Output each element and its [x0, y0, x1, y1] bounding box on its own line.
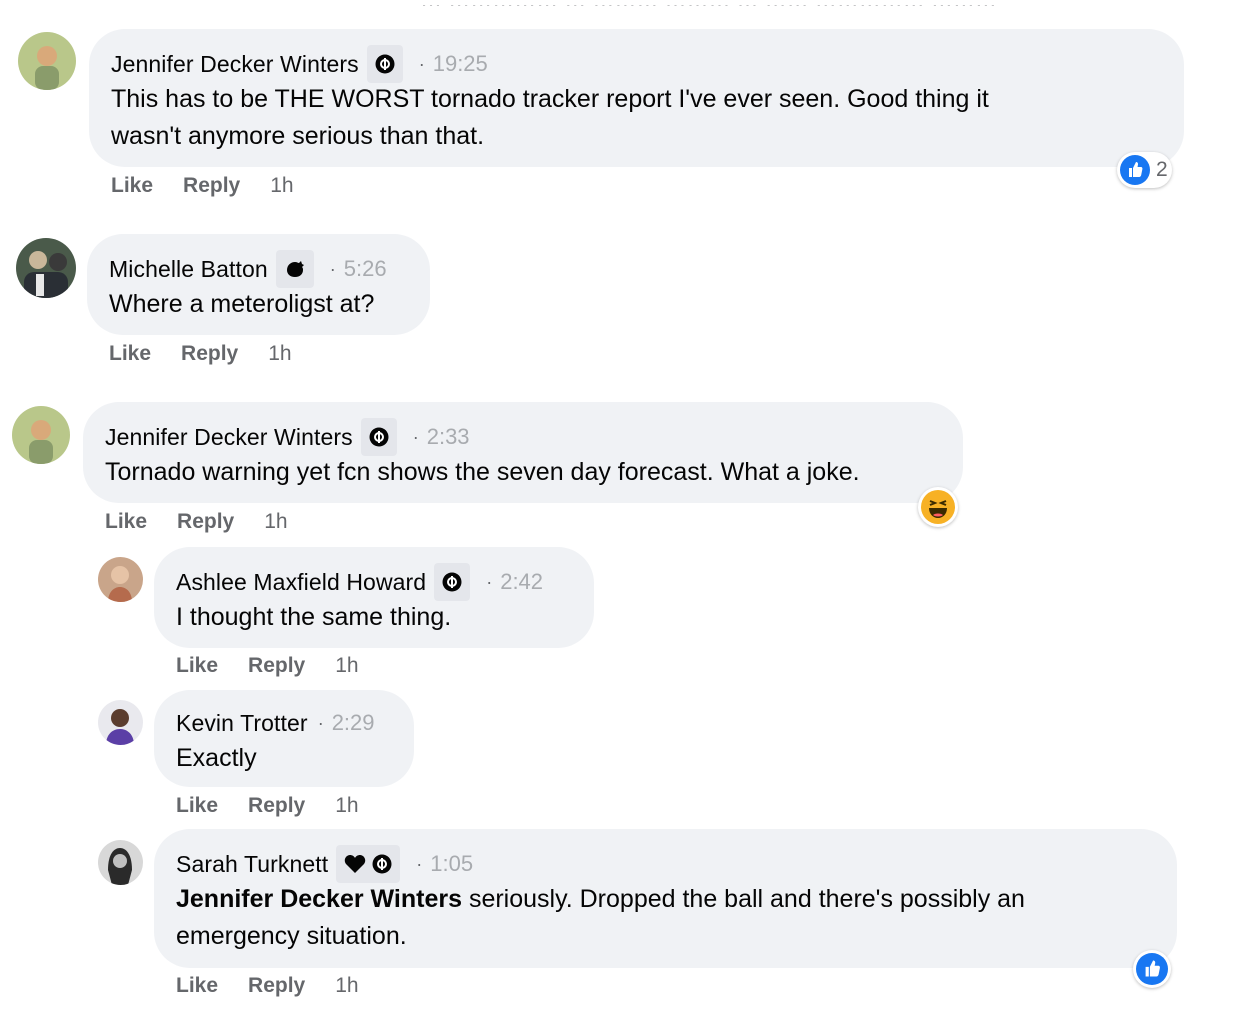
separator-dot: · [317, 712, 324, 733]
like-reaction-icon [1120, 155, 1150, 185]
comment-bubble: Michelle Batton · 5:26 Where a meterolig… [87, 234, 430, 335]
reply-link[interactable]: Reply [183, 174, 240, 198]
comment-text: Tornado warning yet fcn shows the seven … [105, 458, 860, 486]
comment-time[interactable]: 2:29 [332, 710, 375, 736]
fan-badge-icon[interactable] [275, 250, 314, 288]
reply-link[interactable]: Reply [248, 794, 305, 818]
mention-link[interactable]: Jennifer Decker Winters [176, 885, 462, 913]
comment-bubble: Jennifer Decker Winters · 2:33 Tornado w… [83, 402, 963, 503]
separator-dot: · [412, 426, 419, 447]
reaction-summary[interactable] [1133, 950, 1171, 988]
separator-dot: · [416, 853, 423, 874]
comment-text: Jennifer Decker Winters seriously. Dropp… [176, 885, 1025, 950]
comment-actions: Like Reply 1h [105, 510, 318, 534]
avatar[interactable] [12, 406, 70, 464]
like-link[interactable]: Like [176, 974, 218, 998]
comment-time[interactable]: 1:05 [430, 851, 473, 877]
comment-age[interactable]: 1h [335, 654, 358, 678]
avatar[interactable] [98, 840, 143, 885]
separator-dot: · [418, 53, 425, 74]
comment-age[interactable]: 1h [270, 174, 293, 198]
comment-actions: Like Reply 1h [176, 794, 389, 818]
comment-author[interactable]: Michelle Batton [109, 256, 268, 283]
comment-actions: Like Reply 1h [111, 174, 324, 198]
comment-bubble: Ashlee Maxfield Howard · 2:42 I thought … [154, 547, 594, 648]
reaction-summary[interactable]: 2 [1117, 152, 1172, 188]
reaction-count: 2 [1156, 158, 1168, 181]
comment-bubble: Jennifer Decker Winters · 19:25 This has… [89, 29, 1184, 167]
comment-text: I thought the same thing. [176, 603, 452, 631]
separator-dot: · [486, 571, 493, 592]
comment-bubble: Sarah Turknett · 1:05 Jennifer Decker Wi… [154, 829, 1177, 968]
comment-age[interactable]: 1h [335, 974, 358, 998]
fan-badge-icon[interactable] [336, 845, 401, 883]
comment-author[interactable]: Jennifer Decker Winters [111, 51, 359, 78]
comment-bubble: Kevin Trotter · 2:29 Exactly [154, 690, 414, 787]
reply-link[interactable]: Reply [248, 974, 305, 998]
comment-age[interactable]: 1h [264, 510, 287, 534]
like-link[interactable]: Like [109, 342, 151, 366]
comment-age[interactable]: 1h [268, 342, 291, 366]
fan-badge-icon[interactable] [360, 418, 397, 456]
comment-time[interactable]: 2:33 [427, 424, 470, 450]
like-reaction-icon [1136, 953, 1168, 985]
like-link[interactable]: Like [105, 510, 147, 534]
heart-icon [345, 855, 366, 873]
reply-link[interactable]: Reply [248, 654, 305, 678]
like-link[interactable]: Like [111, 174, 153, 198]
separator-dot: · [329, 258, 336, 279]
avatar[interactable] [16, 238, 76, 298]
like-link[interactable]: Like [176, 654, 218, 678]
comment-actions: Like Reply 1h [176, 654, 389, 678]
comment-author[interactable]: Sarah Turknett [176, 851, 328, 878]
comment-time[interactable]: 19:25 [433, 51, 488, 77]
like-link[interactable]: Like [176, 794, 218, 818]
reply-link[interactable]: Reply [181, 342, 238, 366]
truncated-previous-comment: … …………… … ……… ……… … …… …………… ……… [420, 0, 1100, 6]
comment-author[interactable]: Jennifer Decker Winters [105, 424, 353, 451]
comment-actions: Like Reply 1h [109, 342, 322, 366]
fan-badge-icon[interactable] [434, 563, 471, 601]
comment-author[interactable]: Ashlee Maxfield Howard [176, 569, 426, 596]
fan-badge-icon[interactable] [366, 45, 403, 83]
comment-text: Exactly [176, 744, 257, 772]
comment-age[interactable]: 1h [335, 794, 358, 818]
avatar[interactable] [18, 32, 76, 90]
comment-text: Where a meteroligst at? [109, 290, 375, 318]
comment-text: This has to be THE WORST tornado tracker… [111, 85, 989, 150]
haha-reaction-icon [921, 490, 955, 524]
comment-time[interactable]: 2:42 [500, 569, 543, 595]
reaction-summary[interactable] [918, 487, 958, 527]
reply-link[interactable]: Reply [177, 510, 234, 534]
comment-time[interactable]: 5:26 [344, 256, 387, 282]
avatar[interactable] [98, 557, 143, 602]
comment-author[interactable]: Kevin Trotter [176, 710, 308, 737]
comment-actions: Like Reply 1h [176, 974, 389, 998]
avatar[interactable] [98, 700, 143, 745]
